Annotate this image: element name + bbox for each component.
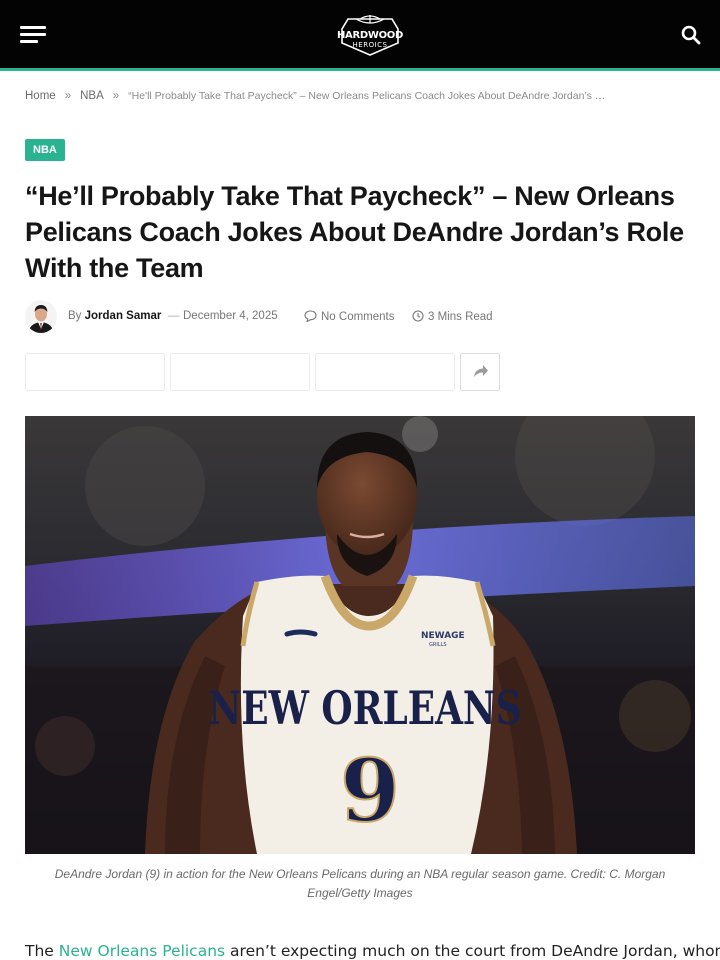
image-caption: DeAndre Jordan (9) in action for the New…	[54, 867, 666, 900]
breadcrumb-nba[interactable]: NBA	[80, 90, 104, 102]
clock-icon	[412, 310, 424, 322]
share-button-twitter[interactable]	[170, 353, 310, 391]
jersey-team-name: NEW ORLEANS	[209, 681, 522, 736]
site-header: HARDWOOD HEROICS	[0, 0, 720, 68]
breadcrumb-separator: »	[64, 90, 72, 102]
author-avatar[interactable]	[25, 300, 57, 333]
featured-image: NEWAGE GRILLS NEW ORLEANS 9	[25, 416, 695, 854]
by-label: By	[68, 310, 82, 322]
jersey-sponsor-sub: GRILLS	[429, 642, 447, 648]
comments-count: No Comments	[321, 311, 395, 323]
share-more-button[interactable]	[460, 353, 500, 391]
article-meta: By Jordan Samar — December 4, 2025 No Co…	[25, 300, 695, 333]
breadcrumb-current: “He'll Probably Take That Paycheck” – Ne…	[128, 90, 606, 102]
paragraph-prefix: The	[25, 942, 59, 960]
author-name[interactable]: Jordan Samar	[85, 310, 162, 322]
pelicans-link[interactable]: New Orleans Pelicans	[59, 942, 225, 960]
read-time-label: 3 Mins Read	[428, 311, 493, 323]
jersey-number: 9	[340, 741, 400, 842]
comments-link[interactable]: No Comments	[304, 310, 395, 323]
byline: By Jordan Samar	[68, 310, 161, 322]
article-title: “He’ll Probably Take That Paycheck” – Ne…	[25, 181, 684, 283]
logo-wordmark: HARDWOOD	[336, 30, 404, 41]
hamburger-menu-icon[interactable]	[20, 26, 46, 44]
meta-separator: —	[168, 310, 180, 322]
site-logo[interactable]: HARDWOOD HEROICS	[336, 13, 404, 57]
logo-subtitle: HEROICS	[352, 41, 388, 49]
share-button-pinterest[interactable]	[315, 353, 455, 391]
share-button-facebook[interactable]	[25, 353, 165, 391]
article-paragraph: The New Orleans Pelicans aren’t expectin…	[25, 939, 720, 960]
jersey-sponsor: NEWAGE	[421, 631, 465, 641]
search-icon[interactable]	[681, 25, 701, 45]
paragraph-text: aren’t expecting much on the court from …	[225, 942, 720, 960]
read-time: 3 Mins Read	[412, 310, 493, 323]
share-arrow-icon	[474, 365, 488, 377]
breadcrumb-separator: »	[112, 90, 120, 102]
header-accent-line	[0, 68, 720, 71]
category-badge[interactable]: NBA	[25, 139, 65, 161]
breadcrumb-home[interactable]: Home	[25, 90, 56, 102]
breadcrumb: Home » NBA » “He'll Probably Take That Paych…	[25, 90, 695, 106]
comment-icon	[304, 310, 317, 322]
publish-date: December 4, 2025	[183, 310, 278, 322]
